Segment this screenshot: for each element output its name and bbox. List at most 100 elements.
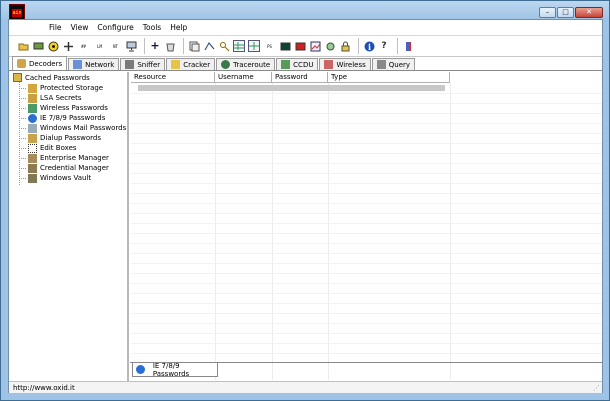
grid-line bbox=[131, 293, 602, 294]
column-resource[interactable]: Resource bbox=[131, 72, 215, 83]
chart-icon[interactable] bbox=[309, 40, 321, 52]
passwords-list[interactable]: Resource Username Password Type bbox=[131, 72, 602, 380]
ie-icon bbox=[28, 113, 37, 123]
grid-line bbox=[131, 103, 602, 104]
add-entry-icon[interactable]: + bbox=[149, 40, 161, 52]
grid-line bbox=[131, 303, 602, 304]
grid-line bbox=[131, 283, 602, 284]
tree-item-credential-manager[interactable]: Credential Manager bbox=[19, 163, 109, 173]
menu-help[interactable]: Help bbox=[170, 23, 187, 32]
tree-item-label: Dialup Passwords bbox=[40, 134, 102, 142]
tree-item-label: Wireless Passwords bbox=[40, 104, 108, 112]
menu-tools[interactable]: Tools bbox=[143, 23, 161, 32]
tree-item-windows-vault[interactable]: Windows Vault bbox=[19, 173, 91, 183]
grid-line bbox=[131, 153, 602, 154]
close-button[interactable]: ✕ bbox=[575, 7, 603, 18]
ntlm-label: NT bbox=[113, 43, 118, 49]
grid-line bbox=[131, 333, 602, 334]
tab-network[interactable]: Network bbox=[68, 58, 120, 70]
grid-line bbox=[131, 113, 602, 114]
tab-decoders[interactable]: Decoders bbox=[12, 56, 68, 70]
selected-row[interactable] bbox=[138, 85, 445, 91]
hash-label: ## bbox=[81, 43, 86, 49]
tab-wireless[interactable]: Wireless bbox=[319, 58, 371, 70]
tab-query[interactable]: Query bbox=[371, 58, 416, 70]
terminal-icon[interactable] bbox=[279, 40, 291, 52]
tree-item-label: LSA Secrets bbox=[40, 94, 82, 102]
info-icon[interactable]: i bbox=[363, 40, 375, 52]
tab-label: Query bbox=[388, 60, 411, 69]
dialup-icon bbox=[28, 133, 37, 143]
bottom-tab-label: IE 7/8/9 Passwords bbox=[152, 361, 190, 378]
tab-ccdu[interactable]: CCDU bbox=[276, 58, 319, 70]
tab-label: Network bbox=[85, 60, 115, 69]
tree-item-enterprise-manager[interactable]: Enterprise Manager bbox=[19, 153, 109, 163]
tree-item-lsa-secrets[interactable]: LSA Secrets bbox=[19, 93, 82, 103]
edit-box-icon bbox=[28, 143, 37, 153]
tab-label: Sniffer bbox=[137, 60, 161, 69]
cracker-tab-icon bbox=[171, 60, 181, 69]
grid-line bbox=[131, 233, 602, 234]
bottom-tab-ie-passwords[interactable]: IE 7/8/9 Passwords bbox=[132, 361, 218, 378]
open-icon[interactable] bbox=[17, 40, 29, 52]
tree-item-edit-boxes[interactable]: Edit Boxes bbox=[19, 143, 77, 153]
ps-icon[interactable]: PS bbox=[263, 40, 276, 52]
tab-sniffer[interactable]: Sniffer bbox=[120, 58, 166, 70]
gear-icon[interactable] bbox=[324, 40, 336, 52]
query-tab-icon bbox=[376, 60, 386, 69]
tree-item-protected-storage[interactable]: Protected Storage bbox=[19, 83, 103, 93]
minimize-button[interactable]: – bbox=[539, 7, 556, 18]
menu-file[interactable]: File bbox=[49, 23, 62, 32]
maximize-button[interactable]: □ bbox=[557, 7, 574, 18]
lock-icon[interactable] bbox=[339, 40, 351, 52]
add-icon[interactable] bbox=[62, 40, 74, 52]
table-icon[interactable] bbox=[233, 40, 245, 52]
help-icon[interactable]: ? bbox=[378, 40, 390, 52]
grid-line bbox=[131, 203, 602, 204]
tree-item-windows-mail-passwords[interactable]: Windows Mail Passwords bbox=[19, 123, 126, 133]
cd-icon[interactable] bbox=[294, 40, 306, 52]
decoders-tree[interactable]: Cached Passwords Protected Storage LSA S… bbox=[10, 72, 129, 385]
copy-icon[interactable] bbox=[188, 40, 200, 52]
network-icon[interactable] bbox=[32, 40, 44, 52]
grid-line bbox=[131, 273, 602, 274]
tree-item-label: Windows Mail Passwords bbox=[40, 124, 127, 132]
grid-line bbox=[131, 143, 602, 144]
tab-label: Cracker bbox=[183, 60, 211, 69]
route-icon[interactable] bbox=[203, 40, 215, 52]
monitor-icon[interactable] bbox=[125, 40, 137, 52]
toolbar-separator bbox=[397, 38, 398, 54]
lm-label: LM bbox=[97, 43, 102, 49]
radiation-icon[interactable] bbox=[47, 40, 59, 52]
hash-icon[interactable]: ## bbox=[77, 40, 90, 52]
bookmark-icon[interactable] bbox=[402, 40, 414, 52]
decoders-tab-icon bbox=[17, 59, 26, 68]
key-icon[interactable] bbox=[218, 40, 230, 52]
grid-line bbox=[131, 173, 602, 174]
tree-item-ie-passwords[interactable]: IE 7/8/9 Passwords bbox=[19, 113, 105, 123]
tree-root-cached-passwords[interactable]: Cached Passwords bbox=[13, 73, 90, 82]
tab-label: Wireless bbox=[336, 60, 366, 69]
menu-view[interactable]: View bbox=[71, 23, 89, 32]
title-bar[interactable]: ain – □ ✕ bbox=[1, 1, 609, 22]
column-username[interactable]: Username bbox=[215, 72, 272, 83]
tree-root-label: Cached Passwords bbox=[25, 73, 90, 82]
tree-item-wireless-passwords[interactable]: Wireless Passwords bbox=[19, 103, 108, 113]
folder-key-icon bbox=[13, 73, 22, 82]
column-type[interactable]: Type bbox=[328, 72, 450, 83]
ps-label: PS bbox=[267, 43, 272, 49]
lm-hash-icon[interactable]: LM bbox=[93, 40, 106, 52]
tree-item-dialup-passwords[interactable]: Dialup Passwords bbox=[19, 133, 101, 143]
tab-traceroute[interactable]: Traceroute bbox=[216, 58, 276, 70]
tree-item-label: IE 7/8/9 Passwords bbox=[40, 114, 106, 122]
resize-grip-icon[interactable]: ⋰ bbox=[593, 384, 600, 392]
grid-icon[interactable] bbox=[248, 40, 260, 52]
remove-entry-icon[interactable] bbox=[164, 40, 176, 52]
client-area: File View Configure Tools Help ## LM NT … bbox=[8, 19, 603, 393]
menu-configure[interactable]: Configure bbox=[97, 23, 133, 32]
enterprise-manager-icon bbox=[28, 153, 37, 163]
toolbar: ## LM NT + PS i ? bbox=[9, 35, 602, 57]
column-password[interactable]: Password bbox=[272, 72, 328, 83]
tab-cracker[interactable]: Cracker bbox=[166, 58, 216, 70]
ntlm-hash-icon[interactable]: NT bbox=[109, 40, 122, 52]
